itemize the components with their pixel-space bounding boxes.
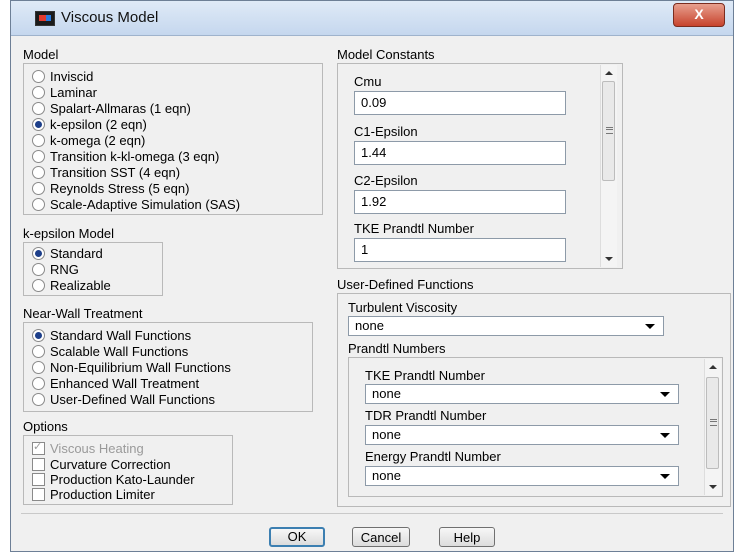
model-radio-reynolds-stress[interactable]: Reynolds Stress (5 eqn)	[32, 181, 189, 197]
c1-epsilon-input[interactable]: 1.44	[354, 141, 566, 165]
ke-radio-rng[interactable]: RNG	[32, 262, 79, 278]
ok-button[interactable]: OK	[269, 527, 325, 547]
constant-label-c2-epsilon: C2-Epsilon	[354, 173, 418, 188]
model-radio-k-omega[interactable]: k-omega (2 eqn)	[32, 133, 145, 149]
checkbox-viscous-heating[interactable]: Viscous Heating	[32, 440, 144, 457]
ke-model-group: Standard RNG Realizable	[23, 242, 163, 296]
model-radio-spalart-allmaras[interactable]: Spalart-Allmaras (1 eqn)	[32, 101, 191, 117]
nw-radio-user-defined[interactable]: User-Defined Wall Functions	[32, 392, 215, 408]
help-button[interactable]: Help	[439, 527, 495, 547]
radio-icon	[32, 102, 45, 115]
chevron-down-icon	[660, 433, 670, 438]
constant-label-cmu: Cmu	[354, 74, 382, 89]
viscous-model-dialog: Viscous Model X Model Inviscid Laminar S…	[10, 0, 734, 552]
ke-radio-realizable[interactable]: Realizable	[32, 278, 111, 294]
checkbox-icon	[32, 458, 45, 471]
prandtl-scrollbar[interactable]	[704, 359, 721, 495]
constant-label-c1-epsilon: C1-Epsilon	[354, 124, 418, 139]
model-constants-panel: Cmu 0.09 C1-Epsilon 1.44 C2-Epsilon 1.92…	[337, 63, 623, 269]
model-radio-laminar[interactable]: Laminar	[32, 85, 97, 101]
radio-icon	[32, 377, 45, 390]
udf-heading: User-Defined Functions	[337, 277, 474, 292]
radio-icon	[32, 345, 45, 358]
options-heading: Options	[23, 419, 68, 434]
nw-radio-scalable-wall-functions[interactable]: Scalable Wall Functions	[32, 344, 188, 360]
near-wall-group: Standard Wall Functions Scalable Wall Fu…	[23, 322, 313, 412]
radio-icon	[32, 279, 45, 292]
nw-radio-enhanced-wall-treatment[interactable]: Enhanced Wall Treatment	[32, 376, 199, 392]
ke-model-heading: k-epsilon Model	[23, 226, 115, 241]
udf-tke-prandtl-select[interactable]: none	[365, 384, 679, 404]
near-wall-heading: Near-Wall Treatment	[23, 306, 143, 321]
model-radio-transition-k-kl-omega[interactable]: Transition k-kl-omega (3 eqn)	[32, 149, 219, 165]
checkbox-icon	[32, 473, 45, 486]
model-radio-sas[interactable]: Scale-Adaptive Simulation (SAS)	[32, 197, 240, 213]
scroll-up-icon[interactable]	[605, 71, 613, 75]
radio-selected-icon	[32, 118, 45, 131]
radio-icon	[32, 150, 45, 163]
constant-label-tke-prandtl: TKE Prandtl Number	[354, 221, 474, 236]
checkbox-icon	[32, 488, 45, 501]
close-button[interactable]: X	[673, 3, 725, 27]
udf-energy-prandtl-label: Energy Prandtl Number	[365, 449, 501, 464]
checkbox-production-kato-launder[interactable]: Production Kato-Launder	[32, 472, 195, 488]
model-radio-k-epsilon[interactable]: k-epsilon (2 eqn)	[32, 117, 147, 133]
scroll-up-icon[interactable]	[709, 365, 717, 369]
title-bar: Viscous Model X	[11, 1, 733, 36]
chevron-down-icon	[660, 474, 670, 479]
chevron-down-icon	[645, 324, 655, 329]
radio-icon	[32, 70, 45, 83]
cancel-button[interactable]: Cancel	[352, 527, 410, 547]
model-heading: Model	[23, 47, 59, 62]
app-icon	[35, 11, 55, 26]
model-radio-transition-sst[interactable]: Transition SST (4 eqn)	[32, 165, 180, 181]
turbulent-viscosity-label: Turbulent Viscosity	[348, 300, 458, 315]
tke-prandtl-input[interactable]: 1	[354, 238, 566, 262]
scroll-thumb[interactable]	[602, 81, 615, 181]
turbulent-viscosity-select[interactable]: none	[348, 316, 664, 336]
grip-icon	[710, 419, 717, 426]
udf-tke-prandtl-label: TKE Prandtl Number	[365, 368, 485, 383]
c2-epsilon-input[interactable]: 1.92	[354, 190, 566, 214]
radio-icon	[32, 166, 45, 179]
checkbox-curvature-correction[interactable]: Curvature Correction	[32, 457, 171, 473]
model-group: Inviscid Laminar Spalart-Allmaras (1 eqn…	[23, 63, 323, 215]
udf-tdr-prandtl-select[interactable]: none	[365, 425, 679, 445]
radio-icon	[32, 134, 45, 147]
prandtl-numbers-heading: Prandtl Numbers	[348, 341, 446, 356]
udf-panel: Turbulent Viscosity none Prandtl Numbers…	[337, 293, 731, 507]
chevron-down-icon	[660, 392, 670, 397]
radio-selected-icon	[32, 247, 45, 260]
cmu-input[interactable]: 0.09	[354, 91, 566, 115]
radio-icon	[32, 86, 45, 99]
radio-icon	[32, 182, 45, 195]
grip-icon	[606, 127, 613, 134]
checkbox-production-limiter[interactable]: Production Limiter	[32, 487, 155, 503]
radio-icon	[32, 393, 45, 406]
nw-radio-standard-wall-functions[interactable]: Standard Wall Functions	[32, 328, 191, 344]
checkbox-checked-icon	[32, 440, 45, 455]
udf-tdr-prandtl-label: TDR Prandtl Number	[365, 408, 487, 423]
scroll-thumb[interactable]	[706, 377, 719, 469]
radio-icon	[32, 198, 45, 211]
radio-selected-icon	[32, 329, 45, 342]
model-constants-heading: Model Constants	[337, 47, 435, 62]
options-group: Viscous Heating Curvature Correction Pro…	[23, 435, 233, 505]
ke-radio-standard[interactable]: Standard	[32, 246, 103, 262]
radio-icon	[32, 263, 45, 276]
constants-scrollbar[interactable]	[600, 65, 617, 267]
udf-energy-prandtl-select[interactable]: none	[365, 466, 679, 486]
scroll-down-icon[interactable]	[709, 485, 717, 489]
prandtl-numbers-panel: TKE Prandtl Number none TDR Prandtl Numb…	[348, 357, 723, 497]
footer-divider	[21, 513, 723, 514]
model-radio-inviscid[interactable]: Inviscid	[32, 69, 93, 85]
nw-radio-non-equilibrium[interactable]: Non-Equilibrium Wall Functions	[32, 360, 231, 376]
window-title: Viscous Model	[61, 9, 159, 26]
radio-icon	[32, 361, 45, 374]
scroll-down-icon[interactable]	[605, 257, 613, 261]
